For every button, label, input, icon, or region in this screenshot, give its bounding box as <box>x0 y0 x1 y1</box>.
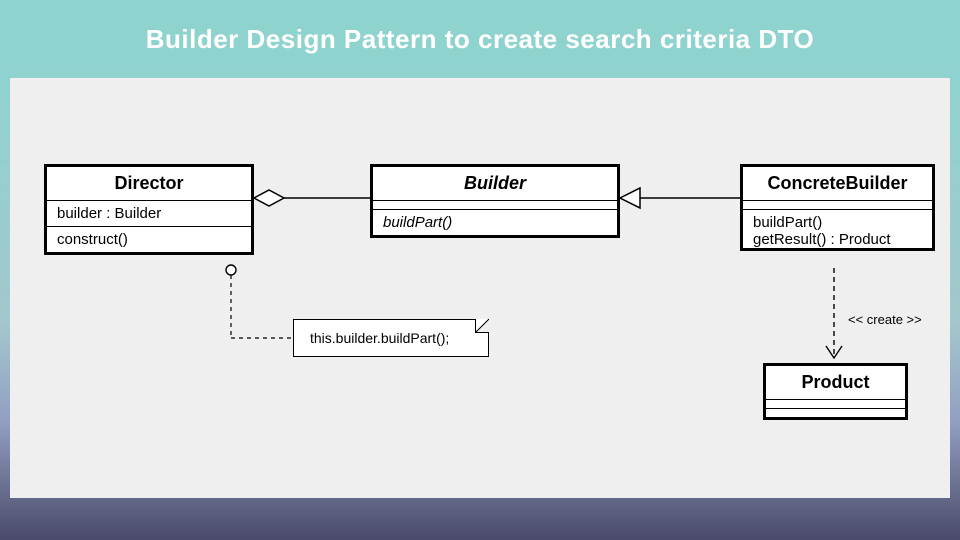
class-director-ops: construct() <box>47 227 251 252</box>
class-concrete-name: ConcreteBuilder <box>743 167 932 201</box>
class-product-attrs-empty <box>766 400 905 409</box>
page-title: Builder Design Pattern to create search … <box>0 0 960 55</box>
note-text: this.builder.buildPart(); <box>310 330 449 346</box>
class-concrete-attrs-empty <box>743 201 932 210</box>
class-director: Director builder : Builder construct() <box>44 164 254 255</box>
class-concrete-ops: buildPart() getResult() : Product <box>743 210 932 248</box>
class-concrete-builder: ConcreteBuilder buildPart() getResult() … <box>740 164 935 251</box>
open-arrow-icon <box>826 346 842 358</box>
class-builder-ops: buildPart() <box>373 210 617 235</box>
create-stereotype: << create >> <box>848 312 922 327</box>
class-product: Product <box>763 363 908 420</box>
class-product-ops-empty <box>766 409 905 417</box>
triangle-icon <box>620 188 640 208</box>
class-builder-attrs-empty <box>373 201 617 210</box>
class-builder: Builder buildPart() <box>370 164 620 238</box>
class-product-name: Product <box>766 366 905 400</box>
note-construct: this.builder.buildPart(); <box>293 319 489 357</box>
note-fold-icon <box>475 319 489 333</box>
class-builder-name: Builder <box>373 167 617 201</box>
diagram-canvas: Director builder : Builder construct() B… <box>10 78 950 498</box>
class-director-name: Director <box>47 167 251 201</box>
class-director-attrs: builder : Builder <box>47 201 251 227</box>
diamond-icon <box>254 190 284 206</box>
note-anchor-circle-icon <box>226 265 236 275</box>
class-concrete-op1: buildPart() <box>753 214 922 231</box>
class-concrete-op2: getResult() : Product <box>753 231 922 248</box>
connectors-overlay <box>10 78 950 498</box>
